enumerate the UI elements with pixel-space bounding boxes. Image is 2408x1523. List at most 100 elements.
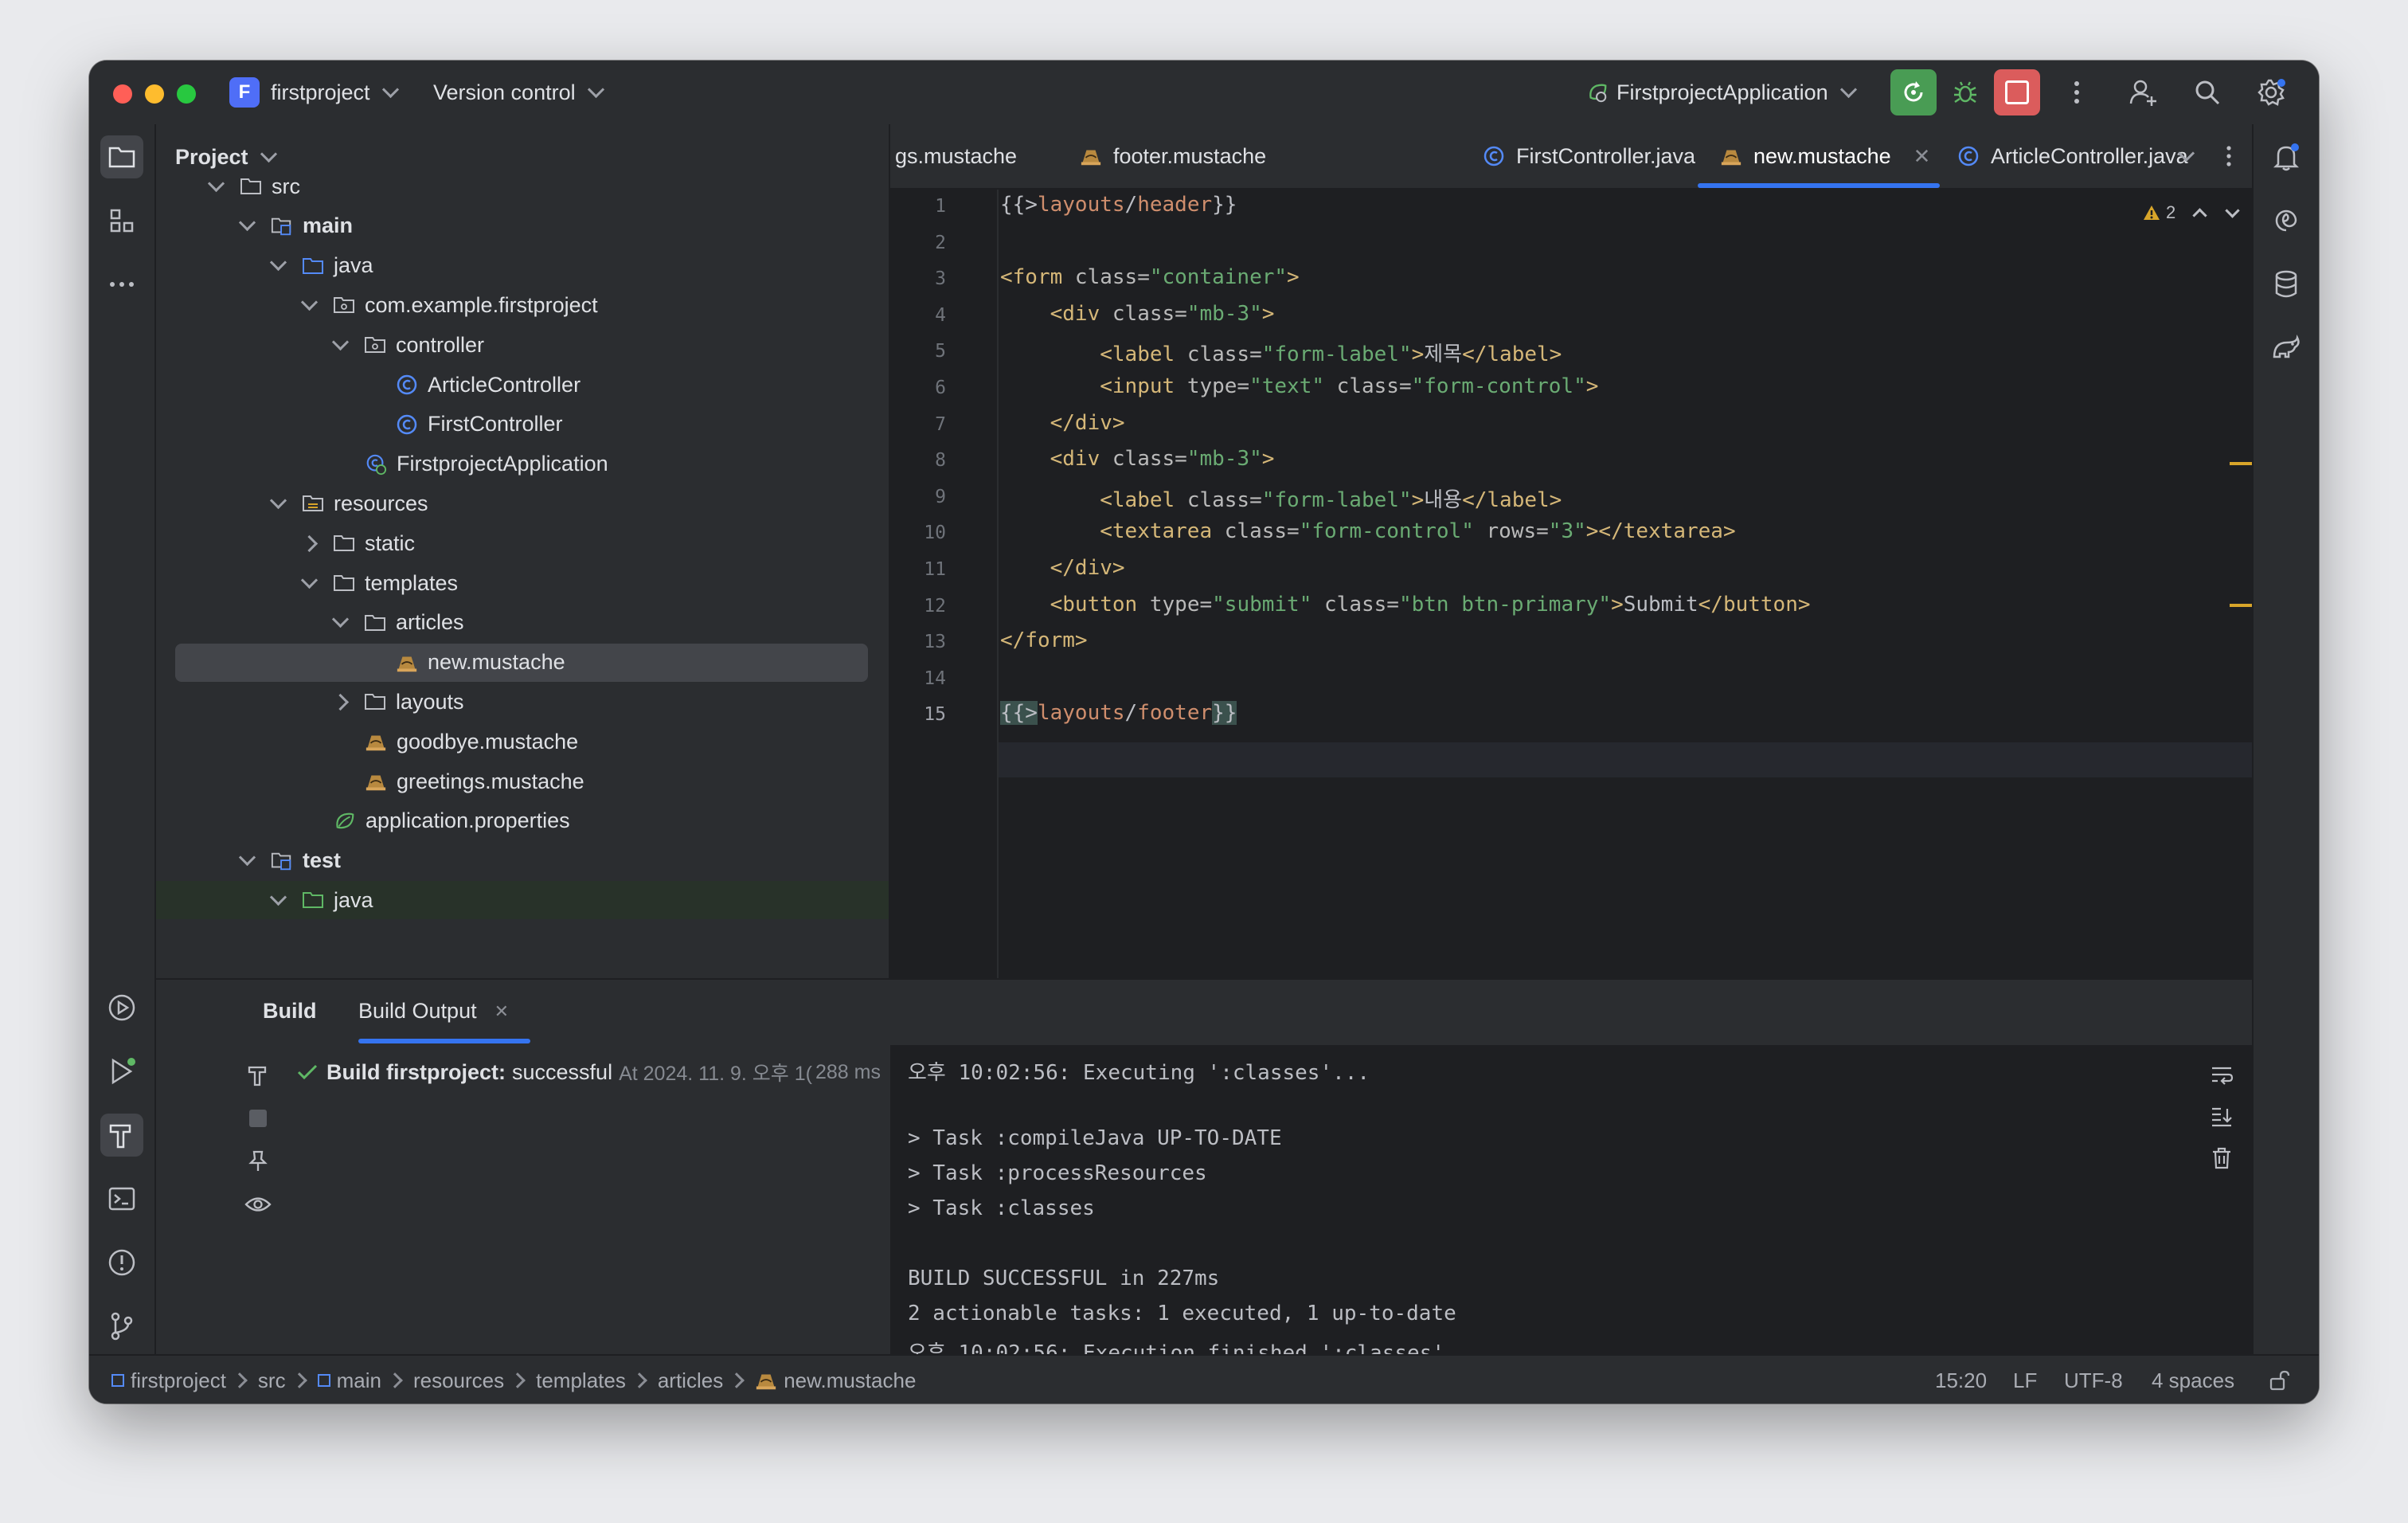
next-highlight-icon[interactable] [2225,202,2240,218]
terminal-tool-button[interactable] [100,1177,143,1220]
git-tool-button[interactable] [100,1305,143,1348]
tree-node-java[interactable]: java [156,881,1005,919]
tree-node-test[interactable]: test [156,842,974,880]
chevron-down-icon[interactable] [269,491,287,509]
soft-wrap-button[interactable] [2207,1061,2236,1090]
line-number: 11 [924,559,946,580]
view-options-button[interactable] [244,1190,272,1219]
indent-setting[interactable]: 4 spaces [2152,1356,2234,1404]
clear-all-button[interactable] [2207,1144,2236,1173]
ai-assistant-button[interactable] [2265,199,2308,242]
build-hammer-button[interactable] [244,1061,272,1090]
code-token: }} [1212,701,1237,726]
chevron-down-icon[interactable] [207,174,225,192]
chevron-down-icon[interactable] [269,253,287,272]
tab-list-dropdown[interactable] [2177,124,2195,188]
line-number: 9 [935,486,946,507]
breadcrumb-item[interactable]: src [258,1368,286,1393]
warning-marker[interactable] [2230,604,2252,607]
caret-position[interactable]: 15:20 [1935,1356,1987,1404]
settings-button[interactable] [2254,75,2289,110]
build-output-tab[interactable]: Build Output ✕ [358,999,509,1024]
chevron-down-icon[interactable] [300,293,319,311]
spring-properties-icon [334,810,356,832]
close-tab-icon[interactable]: ✕ [1914,144,1931,169]
chevron-down-icon[interactable] [238,214,256,232]
database-button[interactable] [2265,263,2308,306]
line-number: 8 [935,450,946,472]
version-control-menu[interactable]: Version control [433,61,604,124]
module-folder-icon [271,850,293,872]
close-window-button[interactable] [113,84,132,104]
project-switcher[interactable]: F firstproject [229,61,399,124]
zoom-window-button[interactable] [177,84,196,104]
notifications-button[interactable] [2265,135,2308,178]
breadcrumb-item[interactable]: firstproject [111,1368,226,1393]
chevron-down-icon[interactable] [331,611,350,628]
structure-tool-button[interactable] [100,199,143,242]
line-number: 15 [924,704,946,726]
chevron-right-icon[interactable] [300,534,319,552]
project-tool-button[interactable] [100,135,143,178]
close-tab-icon[interactable]: ✕ [494,1001,509,1022]
run-config-selector[interactable]: FirstprojectApplication [1586,61,1857,124]
search-everywhere-button[interactable] [2190,75,2225,110]
tree-node-src[interactable]: src [156,167,943,206]
build-output-console[interactable]: 오후 10:02:56: Executing ':classes'... > Ta… [890,1045,2252,1404]
tree-node-label: layouts [396,689,464,714]
breadcrumb-item[interactable]: main [317,1368,381,1393]
more-actions-button[interactable] [2059,75,2094,110]
scroll-to-end-button[interactable] [2207,1102,2236,1131]
warning-marker[interactable] [2230,462,2252,465]
line-number: 12 [924,595,946,617]
tab-articlecontroller-java[interactable]: ArticleController.java [1957,124,2188,188]
tab-footer-mustache[interactable]: footer.mustache [1080,124,1266,188]
breadcrumb-item[interactable]: templates [536,1368,626,1393]
build-tool-button[interactable] [100,1114,143,1157]
breadcrumb-item[interactable]: new.mustache [755,1368,916,1393]
chevron-down-icon[interactable] [300,571,319,589]
line-separator[interactable]: LF [2013,1356,2037,1404]
pin-tab-button[interactable] [244,1147,272,1176]
breadcrumb-item[interactable]: resources [413,1368,504,1393]
rerun-button[interactable] [1890,69,1937,115]
line-number: 13 [924,632,946,653]
tab-firstcontroller-java[interactable]: FirstController.java [1483,124,1695,188]
tab-label: gs.mustache [895,143,1018,168]
build-result-row[interactable]: Build firstproject: successful At 2024. … [296,1056,885,1088]
run-tool-button[interactable] [100,1050,143,1093]
breadcrumb-item[interactable]: articles [658,1368,723,1393]
tree-node-java[interactable]: java [156,247,1005,285]
chevron-down-icon[interactable] [269,888,287,906]
tree-node-main[interactable]: main [156,207,974,245]
folder-icon [240,175,262,198]
scroll-to-end-icon [2212,1107,2232,1127]
gradle-button[interactable] [2265,327,2308,370]
file-encoding[interactable]: UTF-8 [2064,1356,2123,1404]
previous-highlight-icon[interactable] [2192,207,2207,223]
console-line: > Task :classes [908,1196,1095,1220]
chevron-right-icon[interactable] [331,693,350,711]
tab-actions-button[interactable] [2225,124,2233,188]
tab-gs-mustache[interactable]: gs.mustache [895,124,1017,188]
tree-node-resources[interactable]: resources [156,484,1005,523]
code-line: <button type="submit" class="btn btn-pri… [1000,593,1811,617]
problems-tool-button[interactable] [100,1241,143,1284]
code-token: </div> [1050,556,1125,580]
code-line: </form> [1000,628,1088,652]
more-tools-button[interactable] [100,263,143,306]
project-panel-header[interactable]: Project [175,145,277,170]
stop-build-button[interactable] [244,1104,272,1133]
inspection-widget[interactable]: 2 [2142,202,2240,223]
read-only-toggle[interactable] [2268,1356,2290,1404]
code-token: "submit" [1212,592,1325,617]
tab-new-mustache[interactable]: new.mustache ✕ [1720,124,1930,188]
services-tool-button[interactable] [100,986,143,1029]
chevron-down-icon[interactable] [331,333,350,350]
chevron-down-icon[interactable] [238,848,256,867]
code-editor[interactable]: 1 2 3 4 5 6 7 8 9 10 11 12 13 14 15 {{>layouts/header}… [890,190,2252,978]
add-user-button[interactable] [2126,75,2161,110]
debug-button[interactable] [1948,75,1983,110]
minimize-window-button[interactable] [145,84,164,104]
stop-button[interactable] [1994,69,2040,115]
